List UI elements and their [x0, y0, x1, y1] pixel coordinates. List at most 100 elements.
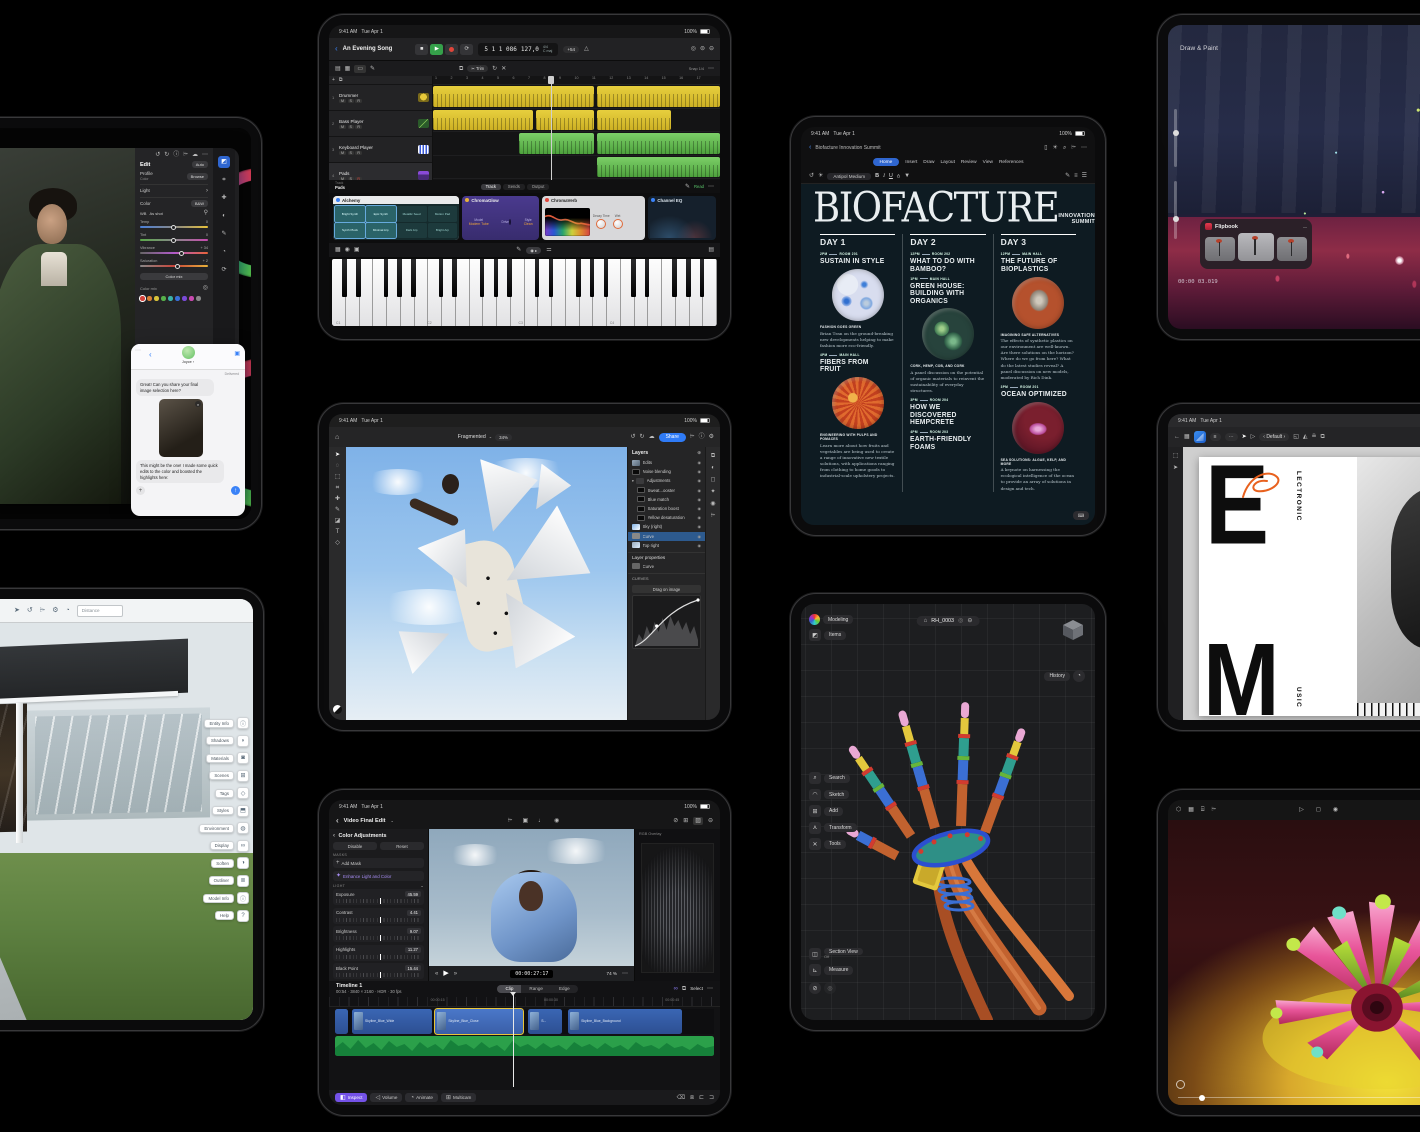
zoom-out-icon[interactable]: ⊖	[708, 818, 713, 824]
camera-reset-button[interactable]	[1176, 1080, 1185, 1089]
appearance-icon[interactable]: ◎	[824, 982, 836, 994]
object-icon[interactable]: ⌸	[1201, 807, 1205, 813]
plugin-chromaglow[interactable]: ChromaGlow ModelModern Tube Drive StyleC…	[462, 196, 539, 240]
viewer[interactable]: « ▶ » 00:00:27:17 74 % ⋯	[429, 829, 634, 981]
share-icon[interactable]: ⌲	[183, 152, 188, 158]
grid-icon[interactable]: ▦	[1184, 434, 1190, 440]
lens-icon[interactable]: ◔	[218, 246, 230, 258]
node-tool-icon[interactable]: ▷	[1251, 434, 1256, 440]
document-title[interactable]: Biofacture Innovation Summit	[815, 145, 880, 151]
numbering-icon[interactable]: ☰	[1082, 173, 1087, 179]
blend-icon[interactable]: ⊕	[697, 450, 701, 456]
faders-icon[interactable]: ⚌	[546, 247, 551, 253]
tab-output[interactable]: Output	[527, 184, 550, 190]
editors-icon[interactable]: ▦	[345, 66, 351, 72]
model-info-button[interactable]: Model Infoⓘ	[199, 892, 249, 904]
volume-button[interactable]: ◁Volume	[370, 1093, 402, 1102]
snap-setting[interactable]: Snap 1/4	[689, 67, 704, 71]
undo-icon[interactable]: ↺	[27, 607, 33, 614]
mod-icon[interactable]: ▣	[354, 247, 360, 253]
edge-mode[interactable]: Edge	[551, 985, 578, 993]
blade-icon[interactable]: ⧈	[690, 1095, 694, 1101]
contrast-slider[interactable]: Contrast4.41	[333, 908, 424, 924]
dup-track-icon[interactable]: ⧉	[339, 78, 343, 83]
export-icon[interactable]: ⌲	[690, 434, 695, 440]
track-header-bass[interactable]: 2 Bass Player MSR	[329, 111, 432, 137]
collapse-icon[interactable]: ⌄	[420, 884, 424, 888]
font-picker[interactable]: Antipol Medium	[827, 173, 871, 180]
modeling-button[interactable]: Modeling	[823, 615, 853, 624]
select-arrow-icon[interactable]: ➤	[14, 607, 20, 614]
plus-icon[interactable]: +	[136, 486, 145, 495]
piano-settings-icon[interactable]: ▦	[335, 247, 341, 253]
track-header-keys[interactable]: 3 Keyboard Player MSR	[329, 137, 432, 163]
color-swatch[interactable]	[333, 705, 342, 714]
heal-tool-icon[interactable]: ✚	[335, 496, 340, 502]
clip[interactable]: S...	[528, 1009, 562, 1034]
transform-icon[interactable]: ◱	[1293, 434, 1299, 440]
items-icon[interactable]: ◩	[809, 629, 821, 641]
disable-clip-icon[interactable]: ⊘	[673, 818, 678, 824]
track-header-drummer[interactable]: 1 Drummer MSR	[329, 85, 432, 111]
home-icon[interactable]: ⌂	[335, 434, 339, 441]
section-view-button[interactable]: Section View	[824, 948, 863, 955]
share-icon[interactable]: ⌲	[1071, 145, 1076, 151]
playhead[interactable]	[551, 76, 552, 180]
search-icon[interactable]: ⌕	[1063, 145, 1066, 151]
curves-graph[interactable]	[632, 595, 701, 649]
camera-icon[interactable]: ▣	[522, 818, 528, 824]
mixer-icon[interactable]: ⊜	[700, 46, 705, 52]
document-pill[interactable]: ⌂ RH_0003 ◎ ⊖	[917, 616, 980, 626]
browsers-icon[interactable]: ▤	[335, 66, 341, 72]
redo-icon[interactable]: ↻	[640, 434, 645, 440]
split-tool-icon[interactable]: ✕	[501, 66, 506, 72]
automation-mode[interactable]: Read	[694, 184, 704, 189]
clip[interactable]: Skyline_Blue_Background	[568, 1009, 682, 1034]
shadows-button[interactable]: Shadows◗	[199, 735, 249, 747]
export-icon[interactable]: ⌲	[1212, 807, 1217, 813]
facetime-icon[interactable]: ▣	[234, 351, 240, 357]
tab-sends[interactable]: Sends	[503, 184, 525, 190]
prev-frame-icon[interactable]: «	[435, 971, 438, 977]
curves-section-title[interactable]: CURVES	[628, 573, 705, 583]
plugin-chromaverb[interactable]: ChromaVerb Decay Time Wet	[542, 196, 645, 240]
mic-icon[interactable]: ♩	[538, 818, 544, 824]
project-title[interactable]: Video Final Edit	[344, 818, 386, 824]
help-icon[interactable]: ⓘ	[699, 434, 705, 440]
scopes-icon[interactable]: ▨	[693, 817, 703, 825]
adjust-icon[interactable]: ◐	[711, 465, 715, 471]
back-icon[interactable]: ←	[1174, 434, 1180, 440]
add-mask-button[interactable]: +Add Mask	[333, 858, 424, 868]
target-icon[interactable]: ◎	[203, 285, 208, 291]
timeline-name[interactable]: Timeline 1	[336, 983, 362, 989]
styles-button[interactable]: Styles⬒	[199, 805, 249, 817]
info-icon[interactable]: ⓘ	[173, 152, 179, 158]
trim-tool[interactable]: ✂ Trim	[467, 65, 488, 72]
brush-icon[interactable]: ✎	[218, 228, 230, 240]
region-icon[interactable]: ▭	[354, 65, 366, 73]
timeline-ruler[interactable]: 00:00:15 00:00:30 00:00:45	[329, 997, 720, 1007]
clip[interactable]: Skyline_Blue_Wide	[352, 1009, 432, 1034]
pencil-icon[interactable]: ✎	[370, 66, 375, 72]
eraser-tool-icon[interactable]: ◪	[335, 518, 341, 524]
trim-right-icon[interactable]: ⊐	[709, 1095, 714, 1101]
back-icon[interactable]: ‹	[809, 144, 811, 151]
scope-title[interactable]: RGB Overlay	[639, 832, 661, 836]
pasteboard[interactable]: E LECTRONIC M USIC	[1183, 447, 1420, 720]
tab-track[interactable]: Track	[481, 184, 501, 190]
distance-input[interactable]: Distance	[77, 605, 123, 617]
sustain-icon[interactable]: ◉	[345, 247, 350, 253]
browse-button[interactable]: Browse	[187, 173, 208, 180]
more-button[interactable]: ⋯	[1225, 433, 1238, 441]
layer-row[interactable]: Sky (right)◉	[628, 522, 705, 531]
timeline-playhead[interactable]	[513, 995, 514, 1087]
isolate-icon[interactable]: ⊘	[809, 982, 821, 994]
inspect-button[interactable]: ◧Inspect	[335, 1093, 367, 1102]
scrubber-handle[interactable]	[1199, 1095, 1205, 1101]
more-icon[interactable]: ⋯	[708, 184, 714, 190]
items-button[interactable]: Items	[824, 631, 846, 640]
entity-info-button[interactable]: Entity Infoⓘ	[199, 717, 249, 729]
bar-ruler[interactable]: 1 2 3 4 5 6 7 8 9 10 11 12 13 14 15 16 1…	[433, 76, 720, 85]
italic-button[interactable]: I	[883, 173, 885, 179]
tab-layout[interactable]: Layout	[941, 160, 955, 165]
